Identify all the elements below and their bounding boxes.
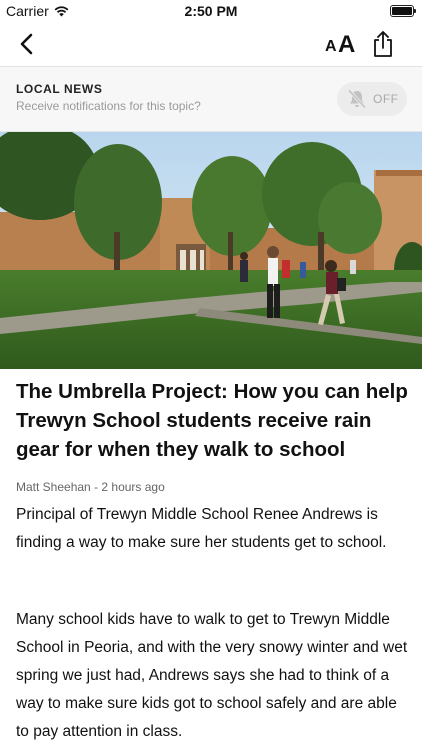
status-bar: Carrier 2:50 PM [0,0,422,22]
status-time: 2:50 PM [184,3,238,19]
navigation-bar: A A [0,22,422,67]
chevron-left-icon [20,33,33,55]
article-paragraph: Many school kids have to walk to get to … [16,611,408,740]
topic-notification-prompt: Receive notifications for this topic? [16,99,201,113]
topic-notification-bar: LOCAL NEWS Receive notifications for thi… [0,67,422,132]
back-button[interactable] [14,30,40,58]
share-icon [374,31,392,57]
article-byline: Matt Sheehan - 2 hours ago [16,480,165,494]
school-campus-photo [0,132,422,369]
article-headline: The Umbrella Project: How you can help T… [16,380,408,461]
notification-toggle[interactable]: OFF [337,82,407,116]
font-size-button[interactable]: A A [325,29,359,59]
topic-name: LOCAL NEWS [16,82,103,96]
bell-off-icon [348,89,366,109]
font-size-large-glyph: A [338,31,356,58]
font-size-small-glyph: A [325,38,337,55]
battery-icon [390,5,416,17]
notification-toggle-state: OFF [373,92,399,106]
article-paragraph: Principal of Trewyn Middle School Renee … [16,506,387,551]
share-button[interactable] [372,30,394,58]
article-hero-image [0,132,422,369]
